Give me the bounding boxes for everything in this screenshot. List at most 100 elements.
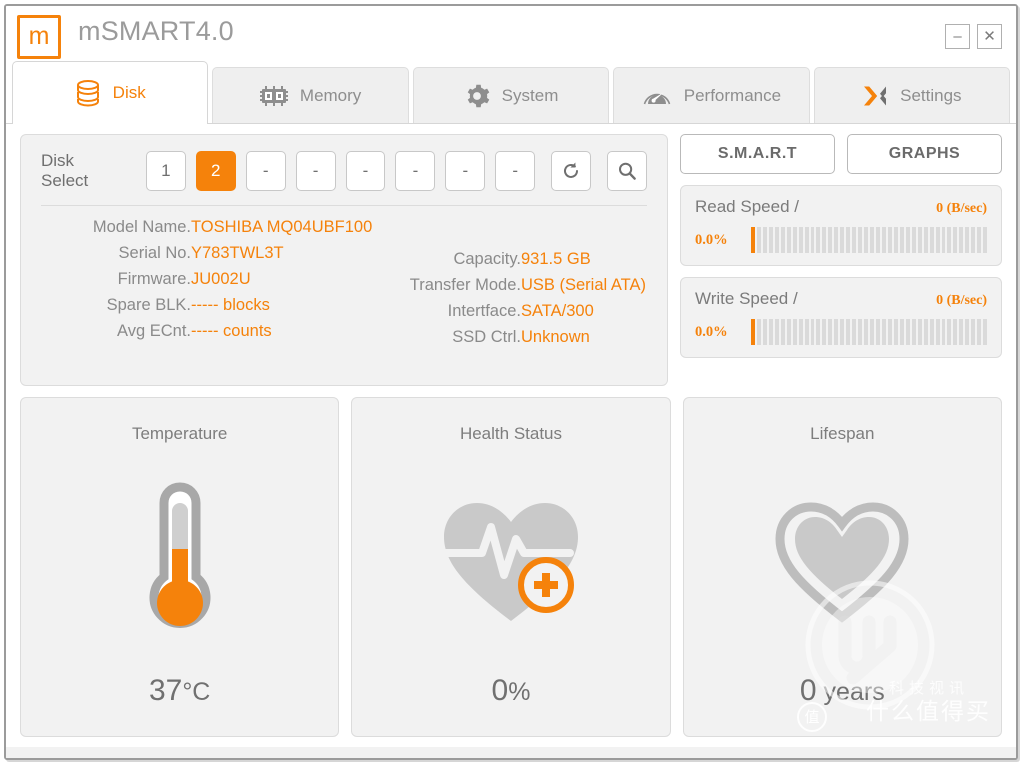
health-status-card: Health Status 0% <box>351 397 671 737</box>
search-button[interactable] <box>607 151 648 191</box>
bar-segment <box>983 319 988 345</box>
disk-slot-3[interactable]: - <box>245 151 286 191</box>
tab-settings[interactable]: Settings <box>813 67 1011 123</box>
read-speed-meter: Read Speed / 0 (B/sec) 0.0% <box>680 185 1002 266</box>
info-key: Transfer Mode. <box>409 276 521 294</box>
tab-disk[interactable]: Disk <box>12 61 209 124</box>
disk-slot-7[interactable]: - <box>445 151 486 191</box>
disk-info-panel: Disk Select 1 2 - - - - - - Model Name. … <box>20 134 668 386</box>
tab-settings-label: Settings <box>900 85 962 105</box>
bar-segment <box>840 319 845 345</box>
info-row-model-name: Model Name. TOSHIBA MQ04UBF100 <box>41 218 373 237</box>
bar-segment <box>852 227 857 253</box>
health-status-number: 0 <box>491 674 509 707</box>
bar-segment <box>911 319 916 345</box>
bar-segment <box>941 227 946 253</box>
disk-slot-8[interactable]: - <box>495 151 536 191</box>
bar-segment <box>846 319 851 345</box>
tab-memory[interactable]: Memory <box>212 67 409 123</box>
info-key: Spare BLK. <box>106 296 191 314</box>
divider <box>41 205 647 206</box>
bar-segment <box>834 319 839 345</box>
bar-segment <box>828 319 833 345</box>
info-row-ssd-ctrl: SSD Ctrl. Unknown <box>373 328 647 347</box>
info-value: Y783TWL3T <box>191 244 284 262</box>
heart-pulse-icon <box>352 444 669 674</box>
refresh-button[interactable] <box>551 151 592 191</box>
bar-segment <box>834 227 839 253</box>
bar-segment <box>887 319 892 345</box>
info-key: Intertface. <box>447 302 521 320</box>
close-button[interactable]: ✕ <box>977 24 1002 49</box>
read-speed-percent: 0.0% <box>695 231 728 248</box>
tab-memory-label: Memory <box>299 85 362 105</box>
bar-segment <box>810 227 815 253</box>
tab-performance[interactable]: Performance <box>613 67 810 123</box>
bar-segment <box>983 227 988 253</box>
read-speed-bar <box>751 227 988 253</box>
info-value: TOSHIBA MQ04UBF100 <box>191 218 373 236</box>
bar-segment <box>792 227 797 253</box>
info-row-spare-blk: Spare BLK. ----- blocks <box>41 296 373 315</box>
bar-segment <box>870 227 875 253</box>
bar-segment <box>935 227 940 253</box>
bar-segment <box>971 319 976 345</box>
disk-slot-5[interactable]: - <box>345 151 386 191</box>
disk-slot-4[interactable]: - <box>295 151 336 191</box>
main-tabbar: Disk Memory System Performance Settings <box>6 61 1016 124</box>
info-row-transfer-mode: Transfer Mode. USB (Serial ATA) <box>373 276 647 295</box>
bar-segment <box>804 319 809 345</box>
bar-segment <box>899 319 904 345</box>
lifespan-card: Lifespan 0 years 科技视讯 值 什么值得买 <box>682 397 1002 737</box>
bar-segment <box>935 319 940 345</box>
bar-segment <box>858 319 863 345</box>
bar-segment <box>959 227 964 253</box>
bar-segment <box>929 319 934 345</box>
bar-segment <box>762 227 767 253</box>
tab-system-label: System <box>501 85 559 105</box>
bar-segment <box>881 227 886 253</box>
bar-segment <box>965 319 970 345</box>
write-speed-bar <box>751 319 988 345</box>
bar-segment <box>762 319 767 345</box>
bar-segment <box>768 319 773 345</box>
info-key: Model Name. <box>92 218 191 236</box>
disk-slot-2[interactable]: 2 <box>195 151 236 191</box>
write-speed-label: Write Speed / <box>695 289 798 308</box>
temperature-number: 37 <box>148 674 183 707</box>
bar-segment <box>917 227 922 253</box>
bar-segment <box>911 227 916 253</box>
search-icon <box>619 162 636 180</box>
watermark-sub: 科技视讯 <box>888 680 969 697</box>
title-bar: m mSMART4.0 – ✕ <box>6 6 1016 62</box>
info-value: Unknown <box>521 328 590 346</box>
info-row-firmware: Firmware. JU002U <box>41 270 373 289</box>
temperature-title: Temperature <box>131 424 228 443</box>
app-title: mSMART4.0 <box>78 16 234 46</box>
disk-select-row: Disk Select 1 2 - - - - - - <box>41 151 648 191</box>
memory-chip-icon <box>259 85 288 106</box>
smart-button[interactable]: S.M.A.R.T <box>680 134 835 174</box>
graphs-button[interactable]: GRAPHS <box>847 134 1002 174</box>
bar-segment <box>947 319 952 345</box>
bar-segment <box>864 227 869 253</box>
bar-segment <box>893 319 898 345</box>
bar-segment <box>756 319 761 345</box>
disk-info-right-column: Capacity. 931.5 GB Transfer Mode. USB (S… <box>373 218 647 347</box>
write-speed-value: 0 (B/sec) <box>936 293 987 308</box>
disk-slot-6[interactable]: - <box>395 151 436 191</box>
bar-segment <box>751 227 755 253</box>
bar-segment <box>876 227 880 253</box>
bar-segment <box>786 227 791 253</box>
window-controls: – ✕ <box>945 24 1002 49</box>
bar-segment <box>941 319 946 345</box>
minimize-button[interactable]: – <box>945 24 970 49</box>
info-row-interface: Intertface. SATA/300 <box>373 302 647 321</box>
status-cards-row: Temperature 37°C Health Status 0% Lifesp… <box>20 397 1002 737</box>
info-key: Capacity. <box>453 250 521 268</box>
bar-segment <box>792 319 797 345</box>
thermometer-icon <box>21 444 338 674</box>
tab-system[interactable]: System <box>412 67 610 123</box>
bar-segment <box>858 227 863 253</box>
disk-slot-1[interactable]: 1 <box>145 151 186 191</box>
